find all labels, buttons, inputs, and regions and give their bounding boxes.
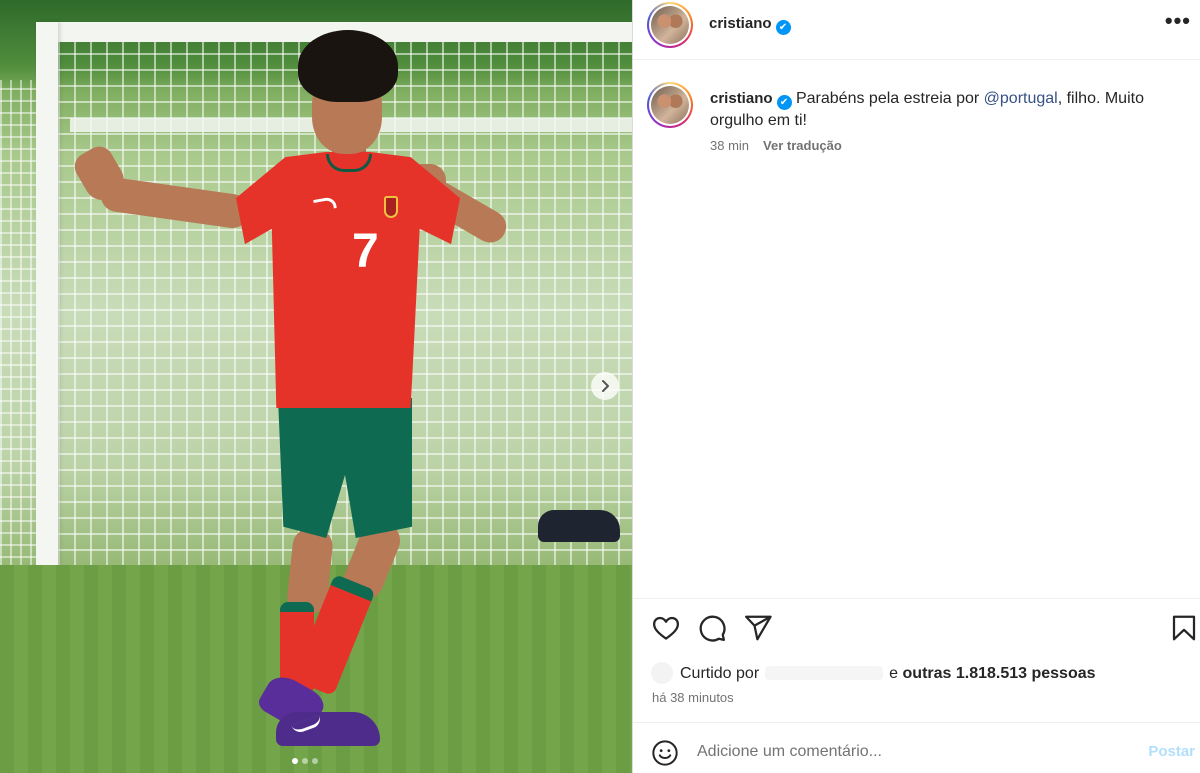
comment-button[interactable] xyxy=(697,613,727,643)
chevron-right-icon xyxy=(602,380,609,392)
comment-composer: Postar xyxy=(633,722,1200,773)
emoji-button[interactable] xyxy=(651,739,679,767)
username-text[interactable]: cristiano xyxy=(709,15,772,32)
username-text[interactable]: cristiano xyxy=(710,90,773,107)
liked-by-text: Curtido por e outras 1.818.513 pessoas xyxy=(680,665,1096,683)
shirt-crest xyxy=(384,196,398,218)
likes-summary: Curtido por e outras 1.818.513 pessoas xyxy=(633,658,1200,688)
post-comment-button[interactable]: Postar xyxy=(1148,743,1195,760)
player-hair xyxy=(298,30,398,102)
caption-username[interactable]: cristiano ✔ xyxy=(710,90,792,110)
share-icon xyxy=(745,615,772,641)
post-timestamp[interactable]: há 38 minutos xyxy=(652,690,734,705)
translate-button[interactable]: Ver tradução xyxy=(763,138,842,153)
mention-link[interactable]: @portugal xyxy=(984,90,1058,107)
caption-part: Parabéns pela estreia por xyxy=(795,90,984,107)
more-icon: ••• xyxy=(1164,8,1191,33)
liker-username-redacted[interactable] xyxy=(765,666,884,680)
header-username[interactable]: cristiano ✔ xyxy=(709,15,791,35)
avatar[interactable] xyxy=(647,2,693,48)
carousel-next-button[interactable] xyxy=(591,372,619,400)
liked-by-prefix: Curtido por xyxy=(680,665,760,682)
heart-icon xyxy=(653,616,679,640)
likes-count-link[interactable]: outras 1.818.513 pessoas xyxy=(903,665,1096,682)
verified-icon: ✔ xyxy=(776,95,792,110)
caption-meta: 38 min Ver tradução xyxy=(710,138,842,153)
liked-by-conjunction: e xyxy=(889,665,899,682)
player-boot xyxy=(276,712,380,746)
player-shirt xyxy=(236,152,460,408)
verified-icon: ✔ xyxy=(775,20,791,35)
post-media[interactable]: 7 xyxy=(0,0,632,773)
comment-input[interactable] xyxy=(697,737,1117,767)
emoji-icon xyxy=(652,740,678,766)
share-button[interactable] xyxy=(743,613,773,643)
more-options-button[interactable]: ••• xyxy=(1165,8,1191,34)
liker-avatar[interactable] xyxy=(651,662,673,684)
caption-avatar[interactable] xyxy=(647,82,693,128)
carousel-dot xyxy=(292,758,298,764)
caption-time[interactable]: 38 min xyxy=(710,138,749,153)
carousel-indicator xyxy=(292,758,318,764)
player-shorts xyxy=(278,398,412,538)
carousel-dot xyxy=(312,758,318,764)
jersey-number: 7 xyxy=(352,225,379,278)
like-button[interactable] xyxy=(651,613,681,643)
action-bar xyxy=(633,598,1200,658)
post-side-panel: cristiano ✔ ••• cristiano ✔ Parabéns pela … xyxy=(632,0,1200,773)
player-figure: 7 xyxy=(0,0,632,773)
comment-icon xyxy=(699,615,726,642)
save-button[interactable] xyxy=(1169,613,1199,643)
carousel-dot xyxy=(302,758,308,764)
caption-text: cristiano ✔ Parabéns pela estreia por @po… xyxy=(710,88,1170,131)
post-header: cristiano ✔ ••• xyxy=(633,0,1200,60)
bookmark-icon xyxy=(1172,615,1196,641)
